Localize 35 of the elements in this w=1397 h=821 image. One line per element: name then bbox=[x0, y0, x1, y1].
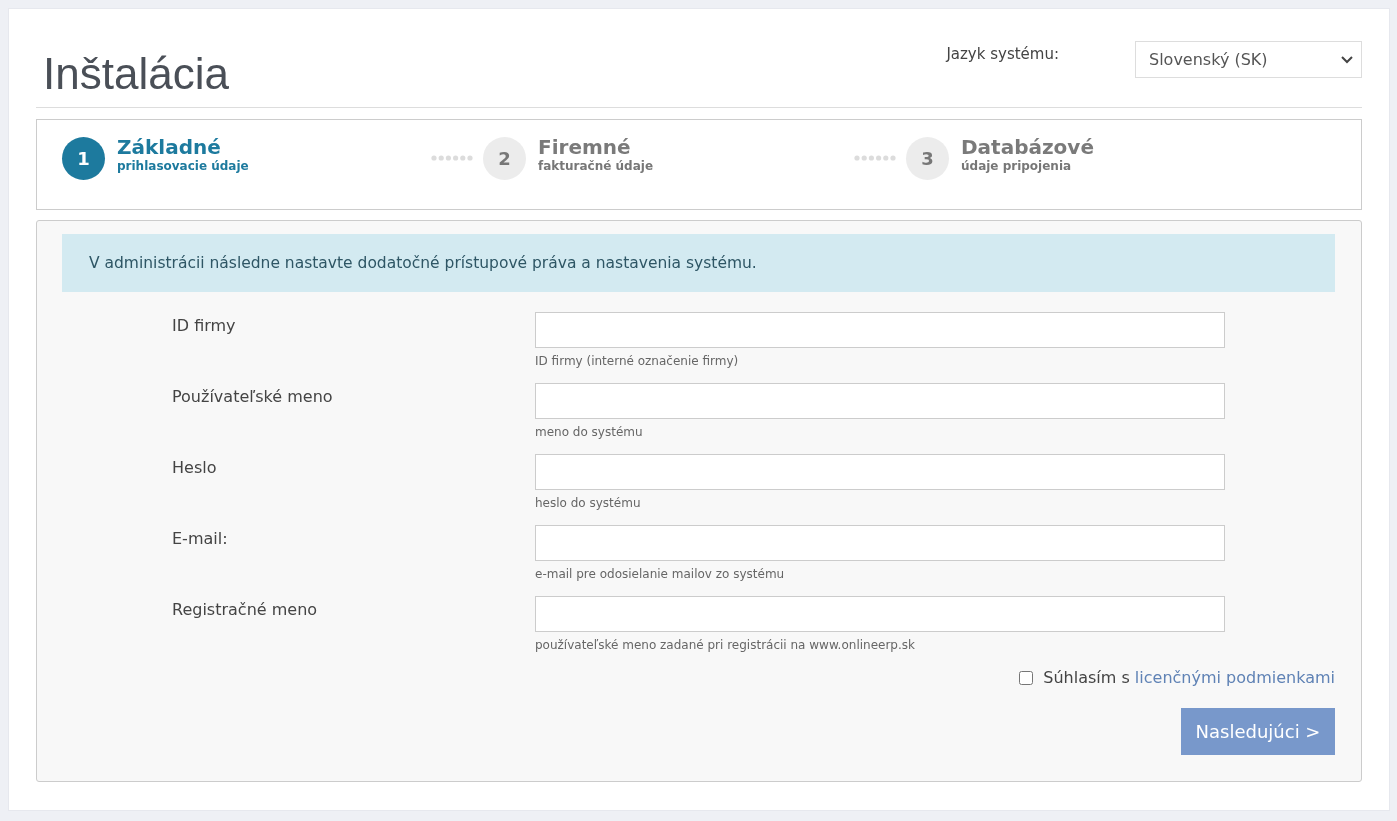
field-label: Používateľské meno bbox=[172, 387, 334, 408]
step-number[interactable]: 1 bbox=[62, 136, 105, 180]
step-subtitle: fakturačné údaje bbox=[538, 159, 654, 173]
field-help: heslo do systému bbox=[535, 496, 642, 510]
field-label: ID firmy bbox=[172, 316, 237, 337]
field-help: ID firmy (interné označenie firmy) bbox=[535, 354, 740, 368]
agree-label: Súhlasím s licenčnými podmienkami bbox=[1043, 668, 1335, 687]
input-field[interactable] bbox=[535, 312, 1225, 348]
field-help: meno do systému bbox=[535, 425, 644, 439]
input-field[interactable] bbox=[535, 525, 1225, 561]
agree-checkbox[interactable] bbox=[1019, 670, 1034, 685]
step-number[interactable]: 2 bbox=[483, 136, 526, 180]
next-button[interactable]: Nasledujúci > bbox=[1181, 708, 1335, 755]
step-number[interactable]: 3 bbox=[906, 136, 949, 180]
input-field[interactable] bbox=[535, 596, 1225, 632]
field-label: Heslo bbox=[172, 458, 218, 479]
dotted-connector bbox=[854, 155, 896, 161]
input-field[interactable] bbox=[535, 383, 1225, 419]
step-title: Databázové bbox=[961, 135, 1094, 159]
dotted-connector bbox=[431, 155, 473, 161]
language-select[interactable]: Slovenský (SK) bbox=[1135, 41, 1362, 78]
language-label: Jazyk systému: bbox=[946, 45, 1059, 63]
field-label: E-mail: bbox=[172, 529, 229, 550]
chevron-down-icon bbox=[1341, 55, 1353, 64]
field-help: používateľské meno zadané pri registrácii na www.onlineerp.sk bbox=[535, 638, 916, 652]
step-subtitle: údaje pripojenia bbox=[961, 159, 1073, 173]
field-label: Registračné meno bbox=[172, 600, 319, 621]
page-title: Inštalácia bbox=[43, 49, 229, 99]
step-title: Firemné bbox=[538, 135, 632, 159]
info-alert: V administrácii následne nastavte dodatočné prístupové práva a nastavenia systému. bbox=[62, 234, 1335, 292]
step-subtitle: prihlasovacie údaje bbox=[117, 159, 249, 173]
step-title: Základné bbox=[117, 135, 222, 159]
input-field[interactable] bbox=[535, 454, 1225, 490]
field-help: e-mail pre odosielanie mailov zo systému bbox=[535, 567, 786, 581]
license-link[interactable]: licenčnými podmienkami bbox=[1134, 668, 1335, 687]
